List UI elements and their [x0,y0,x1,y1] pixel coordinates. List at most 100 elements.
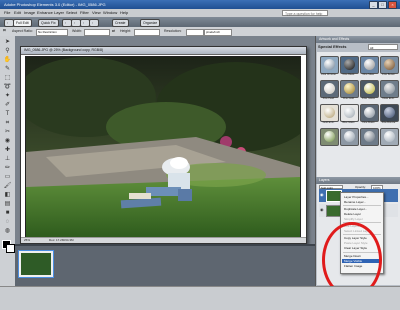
effect-label: Fine Silver [362,73,375,76]
background-color-swatch[interactable] [6,244,15,253]
menu-view[interactable]: View [92,10,101,15]
resolution-unit-select[interactable]: pixels/inch [204,29,232,36]
document-status-bar: 25% Doc: 17.2M/34.3M [21,237,306,243]
menu-layer[interactable]: Layer [54,10,64,15]
effect-fine-black[interactable] [340,56,359,74]
effect-fine-brown[interactable] [380,56,399,74]
full-edit-button[interactable]: Full Edit [13,19,32,27]
menu-window[interactable]: Window [103,10,117,15]
effect-fine-chrome[interactable] [320,56,339,74]
document-title-bar[interactable]: IMG_0586.JPG @ 25% (Background copy, RGB… [21,47,306,55]
menu-select[interactable]: Select [66,10,77,15]
lasso-tool-icon[interactable]: ➰ [3,83,12,91]
menu-filter[interactable]: Filter [80,10,89,15]
menu-item-rename-layer[interactable]: Rename Layer... [344,200,381,204]
effect-fine-silver[interactable] [360,56,379,74]
zoom-tool-icon[interactable]: ⚲ [3,47,12,55]
menu-separator [343,205,381,206]
effect-swatch[interactable] [340,128,359,146]
effect-blue-glass[interactable] [340,104,359,122]
height-input[interactable] [134,29,160,36]
effects-palette-header[interactable]: Artwork and Effects [316,36,400,43]
magic-wand-tool-icon[interactable]: ✦ [3,92,12,100]
swap-icon[interactable]: ⇄ [112,29,115,33]
effect-label: Fine Pearl [322,97,335,100]
effect-fine-gold[interactable] [340,80,359,98]
paint-bucket-tool-icon[interactable]: ◧ [3,191,12,199]
effects-grid: Fine Chrome Fine Black Fine Silver Fine … [317,52,400,177]
effects-filter-select[interactable]: All [368,44,398,50]
effect-label: Fine Brass [362,121,375,124]
width-input[interactable] [84,29,110,36]
zoom-level[interactable]: 25% [24,238,30,242]
blur-tool-icon[interactable]: ◌ [3,218,12,226]
effect-fine-brass[interactable] [360,104,379,122]
effect-label: Fine Gold [343,97,354,100]
create-button[interactable]: Create [112,19,129,27]
red-eye-tool-icon[interactable]: ◉ [3,137,12,145]
photo-canvas[interactable] [25,56,301,240]
crop-tool-icon[interactable]: ⌗ [3,119,12,127]
document-window: IMG_0586.JPG @ 25% (Background copy, RGB… [20,46,307,244]
window-title: Adobe Photoshop Elements 3.0 (Editor) - … [4,2,106,7]
effect-fine-bronze[interactable] [380,104,399,122]
effect-fine-yellow[interactable] [360,80,379,98]
healing-brush-tool-icon[interactable]: ✚ [3,146,12,154]
close-button[interactable]: × [388,1,397,9]
menu-item-simplify-layer: Simplify Layer [344,217,363,221]
status-bar [0,286,400,310]
eraser-tool-icon[interactable]: ▭ [3,173,12,181]
effect-label: Fine Black [342,73,355,76]
menu-enhance[interactable]: Enhance [37,10,53,15]
menu-item-delete-layer[interactable]: Delete Layer [344,212,381,216]
effect-label: Fine Brown [382,73,395,76]
visibility-eye-icon[interactable]: ◉ [320,192,324,197]
shape-tool-icon[interactable]: ■ [3,209,12,217]
layers-palette-header[interactable]: Layers [316,177,400,184]
selection-brush-tool-icon[interactable]: ✐ [3,101,12,109]
menu-file[interactable]: File [4,10,10,15]
effect-fine-pearl[interactable] [320,80,339,98]
eyedropper-tool-icon[interactable]: ✎ [3,65,12,73]
crop-tool-icon[interactable]: ⌗ [3,28,6,34]
special-effects-title: Special Effects [318,44,347,49]
title-bar: Adobe Photoshop Elements 3.0 (Editor) - … [0,0,400,9]
hand-tool-icon[interactable]: ✋ [3,56,12,64]
visibility-eye-icon[interactable]: ◉ [320,207,324,212]
project-bin [15,244,315,288]
type-tool-icon[interactable]: T [3,110,12,118]
quick-fix-button[interactable]: Quick Fix [38,19,59,27]
photo-image [26,57,300,239]
maximize-button[interactable]: □ [378,1,387,9]
resolution-input[interactable] [186,29,204,36]
help-search-input[interactable]: Type a question for help [282,10,328,16]
clone-stamp-tool-icon[interactable]: ⊥ [3,155,12,163]
email-icon[interactable]: ▫ [89,19,99,27]
sponge-tool-icon[interactable]: ◍ [3,227,12,235]
menu-image[interactable]: Image [24,10,35,15]
cookie-cutter-tool-icon[interactable]: ✂ [3,128,12,136]
effect-label: Clear Emb. [382,97,395,100]
menu-edit[interactable]: Edit [14,10,21,15]
project-bin-thumbnail[interactable] [18,250,54,278]
organize-button[interactable]: Organize [140,19,161,27]
menu-help[interactable]: Help [120,10,128,15]
marquee-tool-icon[interactable]: ⬚ [3,74,12,82]
effect-swatch[interactable] [320,128,339,146]
menu-item-duplicate-layer[interactable]: Duplicate Layer... [344,207,381,211]
aspect-ratio-select[interactable]: No Restriction [36,29,68,36]
minimize-button[interactable]: _ [369,1,378,9]
effect-label: Gold Emb. [322,121,335,124]
move-tool-icon[interactable]: ➤ [3,38,12,46]
effect-swatch[interactable] [360,128,379,146]
menu-item-layer-properties[interactable]: Layer Properties... [344,195,381,199]
gradient-tool-icon[interactable]: ▤ [3,200,12,208]
brush-tool-icon[interactable]: 🖌 [3,182,12,190]
effect-gold-emb[interactable] [320,104,339,122]
effect-clear-emb[interactable] [380,80,399,98]
height-label: Height: [120,29,132,33]
effect-swatch[interactable] [380,128,399,146]
pencil-tool-icon[interactable]: ✏ [3,164,12,172]
effect-label: Blue Glass [342,121,355,124]
toolbox: ➤ ⚲ ✋ ✎ ⬚ ➰ ✦ ✐ T ⌗ ✂ ◉ ✚ ⊥ ✏ ▭ 🖌 ◧ ▤ ■ … [0,36,16,286]
